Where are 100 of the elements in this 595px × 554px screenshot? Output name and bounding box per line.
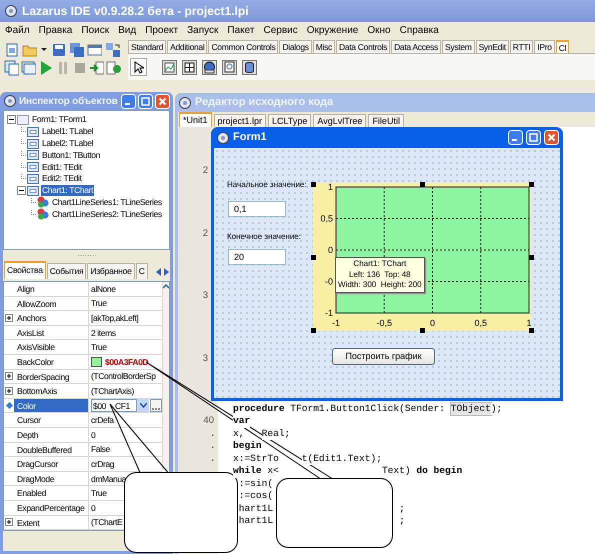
property-value[interactable]: 0 bbox=[91, 428, 96, 442]
palette-tab[interactable]: Dialogs bbox=[279, 40, 312, 53]
tooltip-text: Chart1: TChart bbox=[353, 259, 406, 270]
inspector-tab[interactable]: Избранное bbox=[87, 263, 135, 279]
input-field[interactable]: 20 bbox=[228, 249, 286, 265]
menu-item[interactable]: Справка bbox=[400, 22, 439, 38]
property-value[interactable]: alNone bbox=[91, 282, 116, 296]
field-label: Конечное значение: bbox=[227, 231, 301, 243]
code-text: :=sin( bbox=[238, 478, 274, 490]
property-name[interactable]: DragCursor bbox=[14, 457, 89, 471]
tree-item[interactable]: Chart1LineSeries2: TLineSeries bbox=[51, 208, 163, 220]
tree-item[interactable]: Edit2: TEdit bbox=[41, 173, 83, 184]
code-text: Real; bbox=[262, 428, 290, 440]
property-value[interactable]: crDefa bbox=[91, 413, 114, 428]
palette-tab[interactable]: Data Access bbox=[391, 40, 442, 53]
window-title: Lazarus IDE v0.9.28.2 бета - project1.lpi bbox=[22, 3, 249, 20]
property-value[interactable]: False bbox=[91, 442, 110, 456]
tick-label: 0,5 bbox=[474, 318, 487, 328]
editor-tab[interactable]: AvgLvlTree bbox=[313, 114, 366, 127]
combo-field[interactable]: $00 CF1 bbox=[91, 399, 137, 412]
code-text: Text) bbox=[382, 465, 411, 478]
inspector-tab[interactable]: События bbox=[46, 263, 86, 279]
window-title: Инспектор объектов bbox=[19, 94, 119, 108]
property-value[interactable]: True bbox=[91, 296, 107, 310]
tooltip-text: Left: 136 Top: 48 bbox=[348, 270, 411, 280]
menu-item[interactable]: Поиск bbox=[81, 22, 110, 38]
menu-item[interactable]: Окно bbox=[367, 22, 391, 38]
property-name[interactable]: Color bbox=[14, 398, 89, 412]
property-name[interactable]: Anchors bbox=[14, 311, 89, 325]
palette-tab[interactable]: IPro bbox=[534, 40, 555, 53]
property-value[interactable]: dmManua bbox=[91, 472, 126, 486]
property-value[interactable]: 0 bbox=[91, 500, 96, 515]
menu-item[interactable]: Проект bbox=[145, 22, 178, 38]
inspector-tab[interactable]: С bbox=[136, 263, 148, 279]
property-value[interactable]: crDrag bbox=[91, 456, 114, 471]
input-field[interactable]: 0,1 bbox=[228, 201, 286, 217]
property-name[interactable]: AllowZoom bbox=[14, 296, 89, 310]
code-text: ; bbox=[399, 515, 405, 528]
property-value[interactable]: True bbox=[91, 340, 107, 354]
palette-tab[interactable]: Data Controls bbox=[336, 40, 390, 53]
property-value[interactable]: (TChartE bbox=[91, 515, 122, 530]
tree-item[interactable]: Edit1: TEdit bbox=[41, 162, 83, 173]
menu-item[interactable]: Файл bbox=[5, 22, 30, 38]
property-name[interactable]: Depth bbox=[14, 428, 89, 442]
plot-button[interactable]: Построить график bbox=[332, 348, 435, 365]
code-text: t(Edit1.Text); bbox=[302, 452, 382, 465]
line-number: . bbox=[211, 440, 215, 452]
property-value[interactable]: True bbox=[91, 486, 107, 500]
property-value[interactable]: $00A3FA0D bbox=[105, 354, 148, 369]
line-number: 3 bbox=[202, 290, 209, 302]
property-name[interactable]: BottomAxis bbox=[14, 384, 89, 398]
tick-label: -0 bbox=[324, 276, 333, 286]
property-value[interactable]: [akTop,akLeft] bbox=[91, 310, 138, 325]
palette-tab[interactable]: Standard bbox=[128, 40, 166, 53]
tree-item[interactable]: Label2: TLabel bbox=[41, 138, 94, 149]
tick-label: -0,5 bbox=[376, 318, 392, 328]
property-value[interactable]: (TControlBorderSp bbox=[91, 369, 156, 384]
palette-tab[interactable]: System bbox=[442, 40, 475, 53]
property-value: $00 bbox=[93, 400, 106, 413]
code-text: procedure bbox=[233, 402, 285, 415]
menu-item[interactable]: Вид bbox=[118, 22, 136, 38]
menu-item[interactable]: Окружение bbox=[306, 22, 358, 38]
property-name[interactable]: ExpandPercentage bbox=[14, 500, 89, 514]
code-text: TObject bbox=[450, 402, 491, 415]
palette-tab[interactable]: Common Controls bbox=[208, 40, 278, 53]
property-name[interactable]: Enabled bbox=[14, 486, 89, 500]
editor-tab[interactable]: LCLType bbox=[268, 114, 312, 127]
menu-item[interactable]: Сервис bbox=[263, 22, 298, 38]
tick-label: -1 bbox=[332, 318, 340, 328]
palette-tab[interactable]: Additional bbox=[167, 40, 208, 53]
property-name[interactable]: DragMode bbox=[14, 472, 89, 486]
code-text: while bbox=[233, 465, 262, 478]
property-name[interactable]: Extent bbox=[14, 516, 89, 530]
palette-tab[interactable]: Cl bbox=[556, 40, 570, 53]
palette-tab[interactable]: RTTI bbox=[510, 40, 534, 53]
menu-item[interactable]: Правка bbox=[38, 22, 72, 38]
palette-tab[interactable]: SynEdit bbox=[476, 40, 509, 53]
palette-tab[interactable]: Misc bbox=[312, 40, 335, 53]
tree-item[interactable]: Label1: TLabel bbox=[41, 126, 94, 138]
menu-item[interactable]: Пакет bbox=[227, 22, 254, 38]
property-name[interactable]: Align bbox=[14, 282, 89, 296]
tree-item[interactable]: Chart1LineSeries1: TLineSeries bbox=[51, 196, 163, 208]
editor-tab[interactable]: *Unit1 bbox=[179, 112, 212, 127]
tick-label: 0 bbox=[430, 318, 435, 328]
menu-item[interactable]: Запуск bbox=[187, 22, 218, 38]
inspector-tab[interactable]: Свойства bbox=[4, 261, 46, 279]
tree-item[interactable]: Form1: TForm1 bbox=[31, 114, 88, 126]
property-name[interactable]: AxisList bbox=[14, 326, 89, 340]
editor-tab[interactable]: FileUtil bbox=[368, 114, 404, 127]
property-value[interactable]: (TChartAxis) bbox=[91, 384, 134, 398]
code-text: var bbox=[233, 415, 250, 428]
property-name[interactable]: AxisVisible bbox=[14, 340, 89, 354]
tree-item[interactable]: Chart1: TChart bbox=[41, 185, 94, 196]
property-name[interactable]: Cursor bbox=[14, 413, 89, 427]
property-name[interactable]: BackColor bbox=[14, 354, 89, 369]
property-value[interactable]: 2 items bbox=[91, 326, 116, 340]
editor-tab[interactable]: project1.lpr bbox=[214, 114, 266, 127]
property-name[interactable]: DoubleBuffered bbox=[14, 442, 89, 456]
tree-item[interactable]: Button1: TButton bbox=[41, 150, 102, 161]
property-name[interactable]: BorderSpacing bbox=[14, 370, 89, 384]
